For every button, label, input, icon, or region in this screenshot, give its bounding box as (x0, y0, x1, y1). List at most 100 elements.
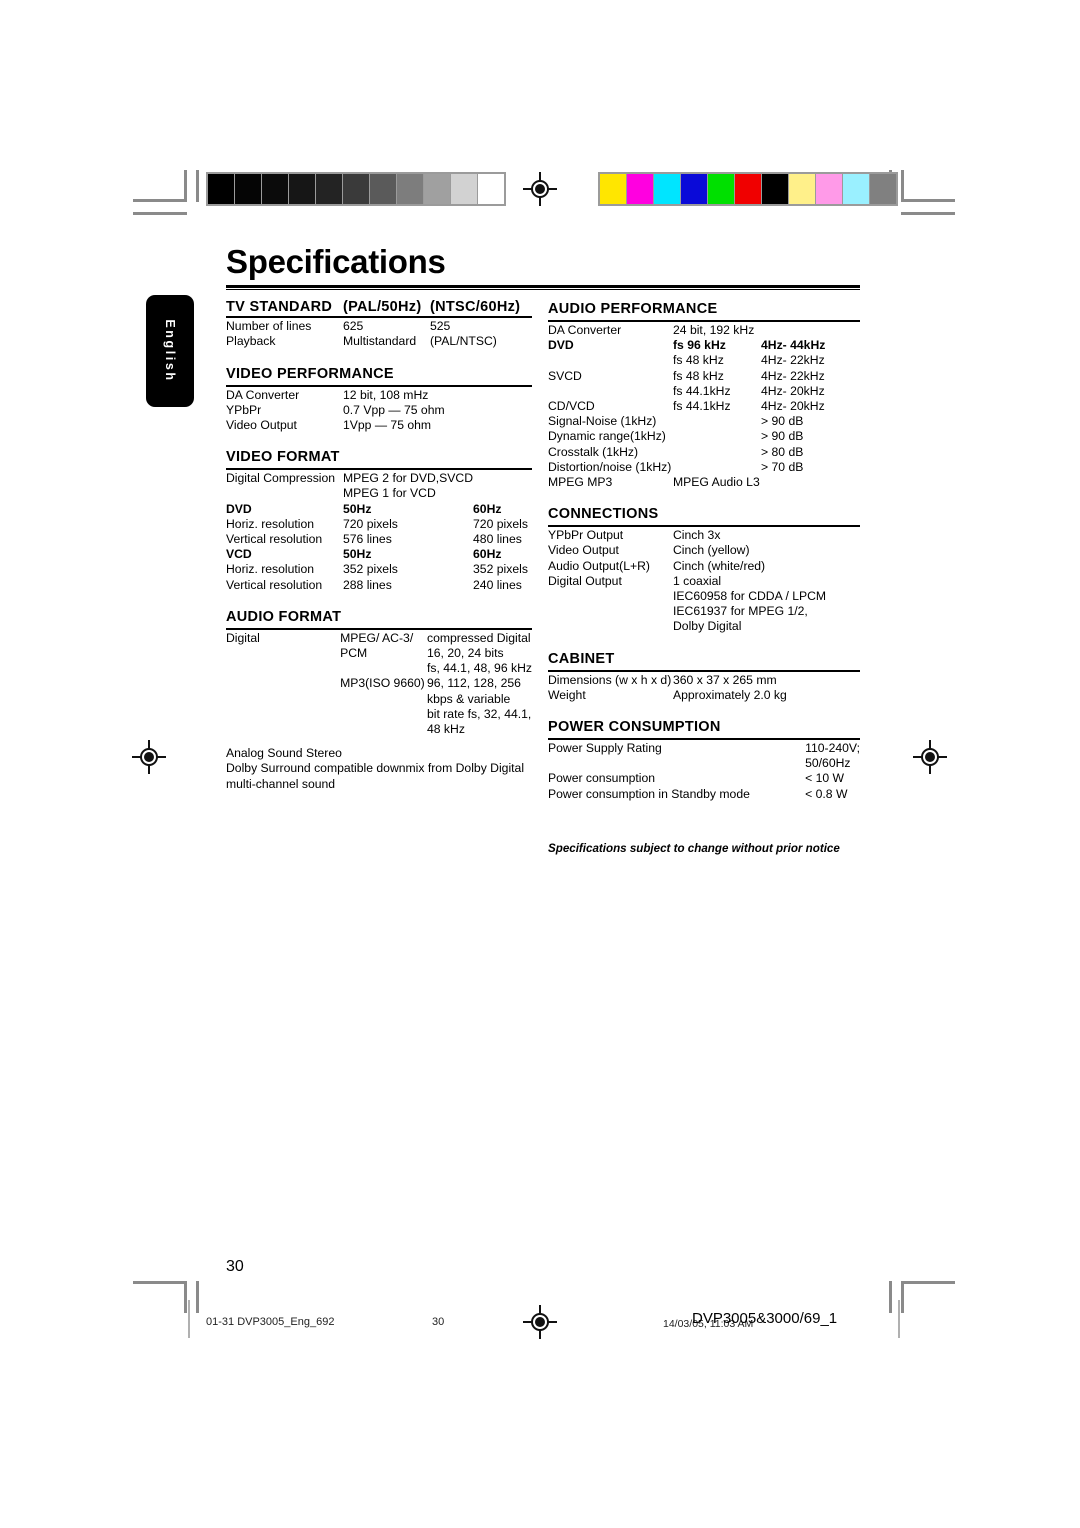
table-cell: MPEG MP3 (548, 475, 613, 490)
table-row: Weight Approximately 2.0 kg (548, 688, 860, 703)
crop-mark-bottom-left-v (184, 1281, 187, 1313)
calibration-swatch (789, 174, 815, 204)
section-rule (226, 468, 532, 471)
table-cell: MPEG Audio L3 (673, 475, 760, 490)
table-cell (226, 661, 340, 676)
table-cell (826, 589, 860, 604)
section-rule (548, 320, 860, 322)
spec-table: YPbPr Output Cinch 3x Video Output Cinch (y… (548, 528, 860, 634)
table-cell (826, 528, 860, 543)
table-cell: 4Hz- 20kHz (761, 383, 825, 398)
table-cell: Digital (226, 630, 260, 645)
table-cell: 1 coaxial (673, 573, 722, 588)
title-rule (226, 285, 860, 288)
table-cell: 480 lines (473, 532, 522, 547)
calibration-swatch (708, 174, 734, 204)
table-cell: Multistandard (343, 334, 417, 349)
table-cell: Vertical resolution (226, 532, 323, 547)
spec-table: Dimensions (w x h x d) 360 x 37 x 265 mm W… (548, 673, 860, 703)
section-rule (548, 525, 860, 528)
trailing-line: Analog Sound Stereo (226, 746, 342, 761)
crop-mark-top-left-v (184, 170, 187, 202)
table-cell (750, 787, 805, 802)
table-cell: 576 lines (343, 532, 392, 547)
table-row: fs 48 kHz 4Hz- 22kHz (548, 353, 860, 368)
footer-rule-right (898, 1300, 900, 1338)
calibration-swatch (654, 174, 680, 204)
table-row: bit rate fs, 32, 44.1, (226, 707, 532, 722)
table-row: IEC61937 for MPEG 1/2, (548, 604, 860, 619)
table-cell: 50Hz (343, 547, 372, 562)
section-heading: AUDIO PERFORMANCE (548, 301, 718, 317)
spec-table: DA Converter 24 bit, 192 kHz DVD fs 96 kHz 4… (548, 323, 860, 490)
table-cell (548, 353, 673, 368)
table-cell (673, 414, 761, 429)
table-row: Vertical resolution 288 lines 240 lines (226, 578, 532, 593)
table-row: YPbPr Output Cinch 3x (548, 528, 860, 543)
section-power-consumption: POWER CONSUMPTION Power Supply Rating 110-… (548, 718, 860, 815)
table-cell (473, 486, 532, 501)
table-cell: 720 pixels (343, 516, 398, 531)
section-heading: VIDEO PERFORMANCE (226, 365, 394, 382)
table-row: DVD 50Hz 60Hz (226, 502, 532, 517)
document-page: Specifications English TV STANDARD (PAL/5… (0, 0, 1080, 1528)
table-row: DA Converter 12 bit, 108 mHz (226, 388, 532, 403)
section-heading-cell: (PAL/50Hz) (343, 299, 422, 315)
table-cell: fs, 44.1, 48, 96 kHz (426, 661, 532, 676)
table-cell: > 90 dB (761, 429, 804, 444)
table-cell (226, 692, 340, 707)
table-cell (445, 388, 532, 403)
table-cell: > 70 dB (761, 459, 804, 474)
table-cell: 1Vpp — 75 ohm (343, 418, 432, 433)
table-cell (548, 619, 673, 634)
table-cell (826, 543, 860, 558)
crop-mark-bottom-right-h (901, 1281, 955, 1284)
table-cell: Playback (226, 334, 276, 349)
table-row: Dimensions (w x h x d) 360 x 37 x 265 mm (548, 673, 860, 688)
table-cell (673, 445, 761, 460)
table-cell (750, 741, 805, 756)
table-cell (226, 486, 343, 501)
table-row: Horiz. resolution 720 pixels 720 pixels (226, 517, 532, 532)
section-tv-standard: TV STANDARD (PAL/50Hz) (NTSC/60Hz) Number o… (226, 299, 532, 363)
table-row: MPEG MP3 MPEG Audio L3 (548, 475, 860, 490)
table-cell (445, 403, 532, 418)
table-cell (750, 756, 805, 771)
section-heading: POWER CONSUMPTION (548, 719, 721, 736)
table-row: Video Output 1Vpp — 75 ohm (226, 418, 532, 433)
table-row: Number of lines 625 525 (226, 319, 532, 334)
table-cell: 4Hz- 20kHz (761, 399, 825, 414)
table-cell (548, 604, 673, 619)
table-cell: 60Hz (473, 547, 502, 562)
table-cell (340, 707, 427, 722)
table-cell (548, 384, 673, 399)
crop-mark-bottom-right-v (901, 1281, 904, 1313)
table-row: Power consumption in Standby mode < 0.8 W (548, 787, 860, 802)
crop-mark-top-left-tick (196, 170, 199, 202)
table-cell: Dolby Digital (673, 619, 742, 634)
table-row: Audio Output(L+R) Cinch (white/red) (548, 559, 860, 574)
table-row: 50/60Hz (548, 756, 860, 771)
section-heading: VIDEO FORMAT (226, 449, 340, 466)
table-row: Dolby Digital (548, 619, 860, 634)
table-cell (340, 692, 427, 707)
table-row: Playback Multistandard (PAL/NTSC) (226, 334, 532, 349)
crop-mark-top-left-h (133, 199, 187, 202)
page-title: Specifications (226, 243, 446, 280)
table-cell: fs 96 kHz (673, 338, 726, 353)
table-cell: MP3(ISO 9660) (340, 676, 425, 691)
footer-filename: 01-31 DVP3005_Eng_692 (206, 1316, 335, 1328)
table-cell: Number of lines (226, 319, 312, 334)
table-row: Vertical resolution 576 lines 480 lines (226, 532, 532, 547)
table-cell: VCD (226, 547, 252, 562)
table-row: fs, 44.1, 48, 96 kHz (226, 661, 532, 676)
table-cell: Horiz. resolution (226, 562, 315, 577)
page-number: 30 (226, 1258, 244, 1275)
table-cell: Distortion/noise (1kHz) (548, 459, 672, 474)
spec-table: Digital MPEG/ AC-3/compressed Digital PCM 1… (226, 631, 532, 737)
table-cell (826, 559, 860, 574)
table-row: MP3(ISO 9660) 96, 112, 128, 256 (226, 676, 532, 691)
